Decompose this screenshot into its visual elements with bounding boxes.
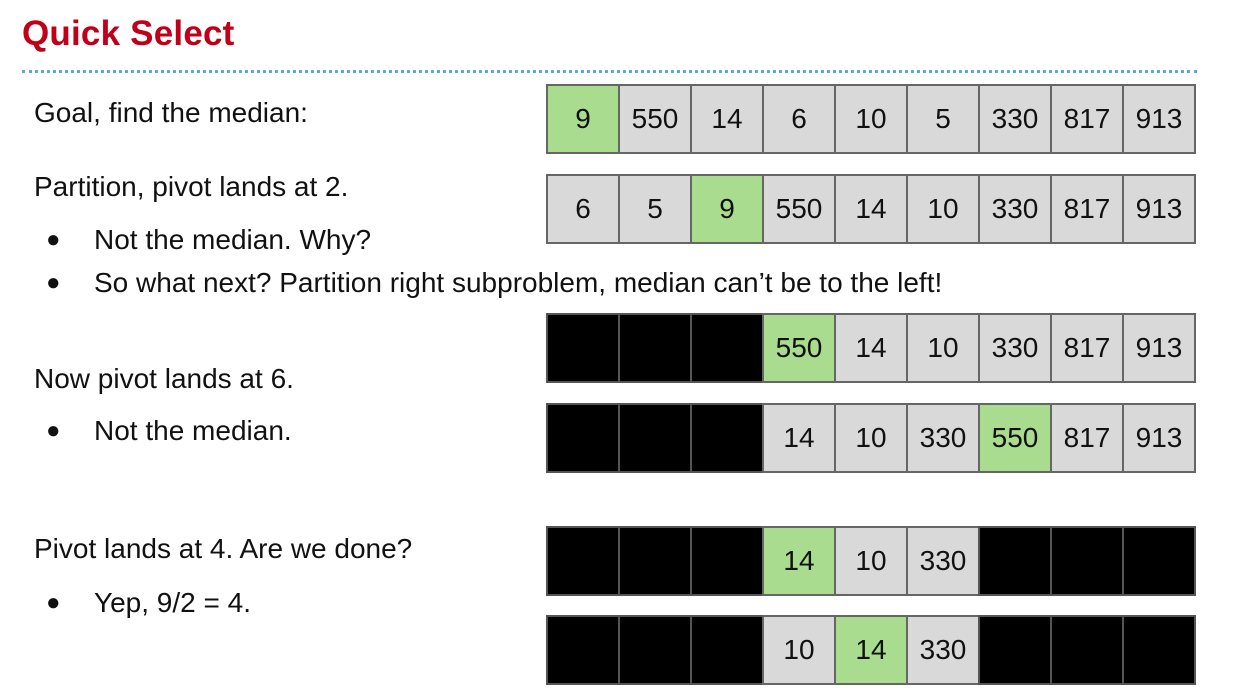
bullet-text: Not the median. Why? [94, 224, 372, 255]
array-cell: 330 [978, 174, 1052, 244]
masked-cell [690, 313, 764, 383]
array-cell: 10 [834, 526, 908, 596]
array-cell: 330 [906, 615, 980, 685]
bullet-yep: ● Yep, 9/2 = 4. [46, 586, 546, 620]
masked-cell [618, 313, 692, 383]
array-row: 14 10 330 [546, 526, 1196, 596]
array-cell: 10 [834, 403, 908, 473]
array-cell: 10 [834, 84, 908, 154]
pivot-four-text: Pivot lands at 4. Are we done? [34, 533, 413, 564]
masked-cell [546, 313, 620, 383]
array-cell: 330 [978, 313, 1052, 383]
bullet-what-next: ● So what next? Partition right subprobl… [46, 266, 1196, 300]
masked-cell [546, 403, 620, 473]
bullet-text: So what next? Partition right subproblem… [94, 267, 943, 298]
array-cell: 10 [906, 313, 980, 383]
array-cell: 817 [1050, 84, 1124, 154]
bullet-dot-icon: ● [46, 269, 61, 296]
masked-cell [546, 615, 620, 685]
array-cell: 550 [762, 174, 836, 244]
pivot-cell: 550 [762, 313, 836, 383]
array-row: 9 550 14 6 10 5 330 817 913 [546, 84, 1196, 154]
array-cell: 913 [1122, 313, 1196, 383]
masked-cell [546, 526, 620, 596]
bullet-dot-icon: ● [46, 417, 61, 444]
array-cell: 330 [906, 526, 980, 596]
pivot-cell: 9 [546, 84, 620, 154]
pivot-cell: 14 [834, 615, 908, 685]
partition-text: Partition, pivot lands at 2. [34, 171, 349, 202]
array-cell: 6 [546, 174, 620, 244]
masked-cell [1122, 526, 1196, 596]
array-cell: 550 [618, 84, 692, 154]
array-cell: 10 [906, 174, 980, 244]
array-cell: 14 [690, 84, 764, 154]
array-cell: 913 [1122, 403, 1196, 473]
bullet-text: Not the median. [94, 415, 292, 446]
array-cell: 817 [1050, 174, 1124, 244]
title-divider [22, 70, 1197, 73]
array-cell: 14 [762, 403, 836, 473]
array-cell: 5 [906, 84, 980, 154]
pivot-cell: 14 [762, 526, 836, 596]
array-cell: 817 [1050, 403, 1124, 473]
array-row: 550 14 10 330 817 913 [546, 313, 1196, 383]
array-cell: 817 [1050, 313, 1124, 383]
masked-cell [1050, 526, 1124, 596]
array-cell: 6 [762, 84, 836, 154]
now-pivot-text: Now pivot lands at 6. [34, 363, 294, 394]
array-cell: 10 [762, 615, 836, 685]
array-cell: 330 [978, 84, 1052, 154]
slide-title: Quick Select [22, 14, 235, 53]
array-row: 6 5 9 550 14 10 330 817 913 [546, 174, 1196, 244]
pivot-cell: 9 [690, 174, 764, 244]
bullet-text: Yep, 9/2 = 4. [94, 587, 251, 618]
bullet-dot-icon: ● [46, 226, 61, 253]
masked-cell [978, 615, 1052, 685]
masked-cell [690, 615, 764, 685]
array-cell: 14 [834, 174, 908, 244]
masked-cell [1122, 615, 1196, 685]
masked-cell [690, 526, 764, 596]
goal-text: Goal, find the median: [34, 97, 308, 128]
masked-cell [618, 403, 692, 473]
masked-cell [1050, 615, 1124, 685]
array-cell: 5 [618, 174, 692, 244]
pivot-cell: 550 [978, 403, 1052, 473]
array-cell: 14 [834, 313, 908, 383]
bullet-not-median: ● Not the median. [46, 414, 546, 448]
bullet-dot-icon: ● [46, 589, 61, 616]
array-row: 14 10 330 550 817 913 [546, 403, 1196, 473]
array-cell: 913 [1122, 174, 1196, 244]
masked-cell [618, 526, 692, 596]
masked-cell [690, 403, 764, 473]
masked-cell [618, 615, 692, 685]
masked-cell [978, 526, 1052, 596]
array-cell: 330 [906, 403, 980, 473]
array-cell: 913 [1122, 84, 1196, 154]
array-row: 10 14 330 [546, 615, 1196, 685]
